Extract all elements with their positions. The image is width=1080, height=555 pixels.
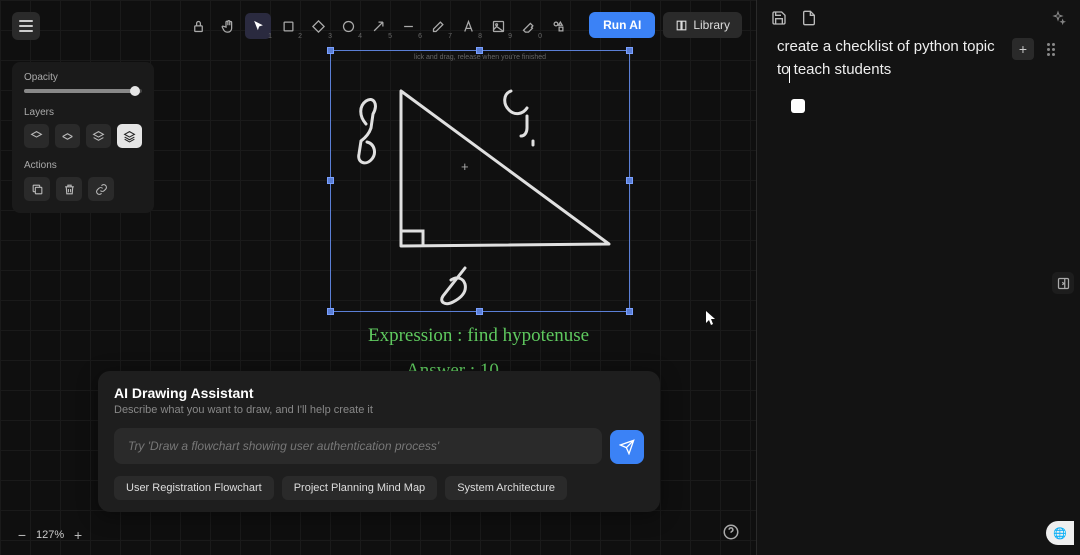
resize-handle[interactable]: [327, 308, 334, 315]
arrow-tool[interactable]: 5: [365, 13, 391, 39]
drag-handle[interactable]: [1042, 38, 1060, 60]
ai-prompt-input[interactable]: [114, 428, 602, 464]
resize-handle[interactable]: [476, 308, 483, 315]
link-button[interactable]: [88, 177, 114, 201]
layer-forward-button[interactable]: [86, 124, 111, 148]
resize-handle[interactable]: [626, 308, 633, 315]
resize-handle[interactable]: [626, 177, 633, 184]
suggestion-chip[interactable]: Project Planning Mind Map: [282, 476, 437, 500]
resize-handle[interactable]: [327, 47, 334, 54]
sparkle-icon[interactable]: [1050, 10, 1066, 26]
layer-backward-button[interactable]: [55, 124, 80, 148]
opacity-label: Opacity: [24, 72, 142, 83]
hand-tool[interactable]: [215, 13, 241, 39]
zoom-value: 127%: [36, 529, 64, 541]
layer-back-button[interactable]: [24, 124, 49, 148]
layers-label: Layers: [24, 107, 142, 118]
library-button[interactable]: Library: [663, 12, 742, 38]
actions-label: Actions: [24, 160, 142, 171]
drag-hint: lick and drag, release when you're finis…: [414, 54, 546, 61]
note-text[interactable]: create a checklist of python topic to te…: [777, 36, 1002, 81]
zoom-out-button[interactable]: −: [14, 527, 30, 543]
canvas-selection[interactable]: lick and drag, release when you're finis…: [330, 50, 630, 312]
ai-title: AI Drawing Assistant: [114, 385, 644, 401]
zoom-controls: − 127% +: [14, 527, 86, 543]
send-button[interactable]: [610, 430, 644, 464]
crosshair-cursor: +: [461, 159, 469, 174]
line-tool[interactable]: 6: [395, 13, 421, 39]
mouse-cursor-icon: [706, 311, 716, 328]
suggestion-chip[interactable]: User Registration Flowchart: [114, 476, 274, 500]
image-tool[interactable]: 9: [485, 13, 511, 39]
expression-text: Expression : find hypotenuse: [368, 325, 589, 347]
resize-handle[interactable]: [327, 177, 334, 184]
hand-drawn-triangle: [351, 66, 611, 306]
draw-tool[interactable]: 7: [425, 13, 451, 39]
shapes-tool[interactable]: [545, 13, 571, 39]
lock-tool[interactable]: [185, 13, 211, 39]
help-button[interactable]: [720, 521, 742, 543]
right-panel-toolbar: [757, 0, 1080, 32]
ellipse-tool[interactable]: 4: [335, 13, 361, 39]
zoom-in-button[interactable]: +: [70, 527, 86, 543]
eraser-tool[interactable]: 0: [515, 13, 541, 39]
resize-handle[interactable]: [626, 47, 633, 54]
ai-subtitle: Describe what you want to draw, and I'll…: [114, 404, 644, 416]
duplicate-button[interactable]: [24, 177, 50, 201]
layer-front-button[interactable]: [117, 124, 142, 148]
text-tool[interactable]: 8: [455, 13, 481, 39]
properties-panel: Opacity Layers Actions: [12, 62, 154, 213]
pointer-tool[interactable]: 1: [245, 13, 271, 39]
hamburger-menu[interactable]: [12, 12, 40, 40]
suggestion-chip[interactable]: System Architecture: [445, 476, 567, 500]
diamond-tool[interactable]: 3: [305, 13, 331, 39]
brand-badge[interactable]: 🌐: [1046, 521, 1074, 545]
opacity-slider[interactable]: [24, 89, 142, 93]
rectangle-tool[interactable]: 2: [275, 13, 301, 39]
book-icon: [675, 19, 688, 32]
run-ai-button[interactable]: Run AI: [589, 12, 655, 38]
checklist-row: [757, 85, 1080, 127]
add-block-button[interactable]: +: [1012, 38, 1034, 60]
main-toolbar: 1 2 3 4 5 6 7 8 9 0: [185, 12, 571, 40]
document-icon[interactable]: [801, 10, 817, 26]
save-icon[interactable]: [771, 10, 787, 26]
ai-assistant-panel: AI Drawing Assistant Describe what you w…: [98, 371, 660, 512]
collapse-panel-button[interactable]: [1052, 272, 1074, 294]
resize-handle[interactable]: [476, 47, 483, 54]
checklist-title-row: create a checklist of python topic to te…: [757, 32, 1080, 85]
delete-button[interactable]: [56, 177, 82, 201]
checkbox[interactable]: [791, 99, 805, 113]
send-icon: [619, 439, 635, 455]
